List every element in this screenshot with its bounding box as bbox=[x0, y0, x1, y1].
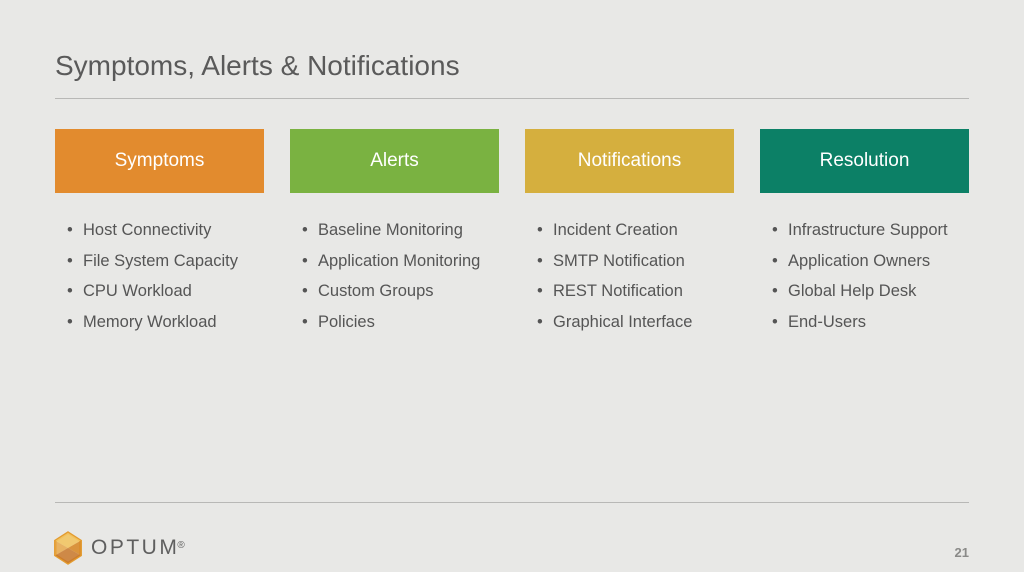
column-list-symptoms: Host Connectivity File System Capacity C… bbox=[55, 215, 264, 337]
column-header-notifications: Notifications bbox=[525, 129, 734, 193]
optum-logo-icon bbox=[50, 530, 86, 566]
page-number: 21 bbox=[955, 545, 969, 560]
list-item: Infrastructure Support bbox=[772, 215, 969, 246]
column-list-resolution: Infrastructure Support Application Owner… bbox=[760, 215, 969, 337]
columns-container: Symptoms Host Connectivity File System C… bbox=[55, 129, 969, 337]
slide: Symptoms, Alerts & Notifications Symptom… bbox=[0, 0, 1024, 572]
list-item: Incident Creation bbox=[537, 215, 734, 246]
list-item: Policies bbox=[302, 307, 499, 338]
column-list-alerts: Baseline Monitoring Application Monitori… bbox=[290, 215, 499, 337]
list-item: Global Help Desk bbox=[772, 276, 969, 307]
list-item: Host Connectivity bbox=[67, 215, 264, 246]
list-item: File System Capacity bbox=[67, 246, 264, 277]
list-item: REST Notification bbox=[537, 276, 734, 307]
slide-title: Symptoms, Alerts & Notifications bbox=[55, 50, 969, 99]
list-item: Custom Groups bbox=[302, 276, 499, 307]
list-item: SMTP Notification bbox=[537, 246, 734, 277]
column-notifications: Notifications Incident Creation SMTP Not… bbox=[525, 129, 734, 337]
column-alerts: Alerts Baseline Monitoring Application M… bbox=[290, 129, 499, 337]
list-item: Memory Workload bbox=[67, 307, 264, 338]
column-list-notifications: Incident Creation SMTP Notification REST… bbox=[525, 215, 734, 337]
column-header-symptoms: Symptoms bbox=[55, 129, 264, 193]
slide-footer: OPTUM® 21 bbox=[55, 502, 969, 572]
list-item: Application Monitoring bbox=[302, 246, 499, 277]
list-item: Graphical Interface bbox=[537, 307, 734, 338]
list-item: Baseline Monitoring bbox=[302, 215, 499, 246]
column-header-resolution: Resolution bbox=[760, 129, 969, 193]
list-item: CPU Workload bbox=[67, 276, 264, 307]
logo-text: OPTUM® bbox=[91, 536, 185, 560]
logo: OPTUM® bbox=[50, 530, 185, 566]
list-item: Application Owners bbox=[772, 246, 969, 277]
registered-mark: ® bbox=[177, 540, 184, 551]
column-header-alerts: Alerts bbox=[290, 129, 499, 193]
logo-name: OPTUM bbox=[91, 536, 179, 559]
list-item: End-Users bbox=[772, 307, 969, 338]
column-resolution: Resolution Infrastructure Support Applic… bbox=[760, 129, 969, 337]
column-symptoms: Symptoms Host Connectivity File System C… bbox=[55, 129, 264, 337]
